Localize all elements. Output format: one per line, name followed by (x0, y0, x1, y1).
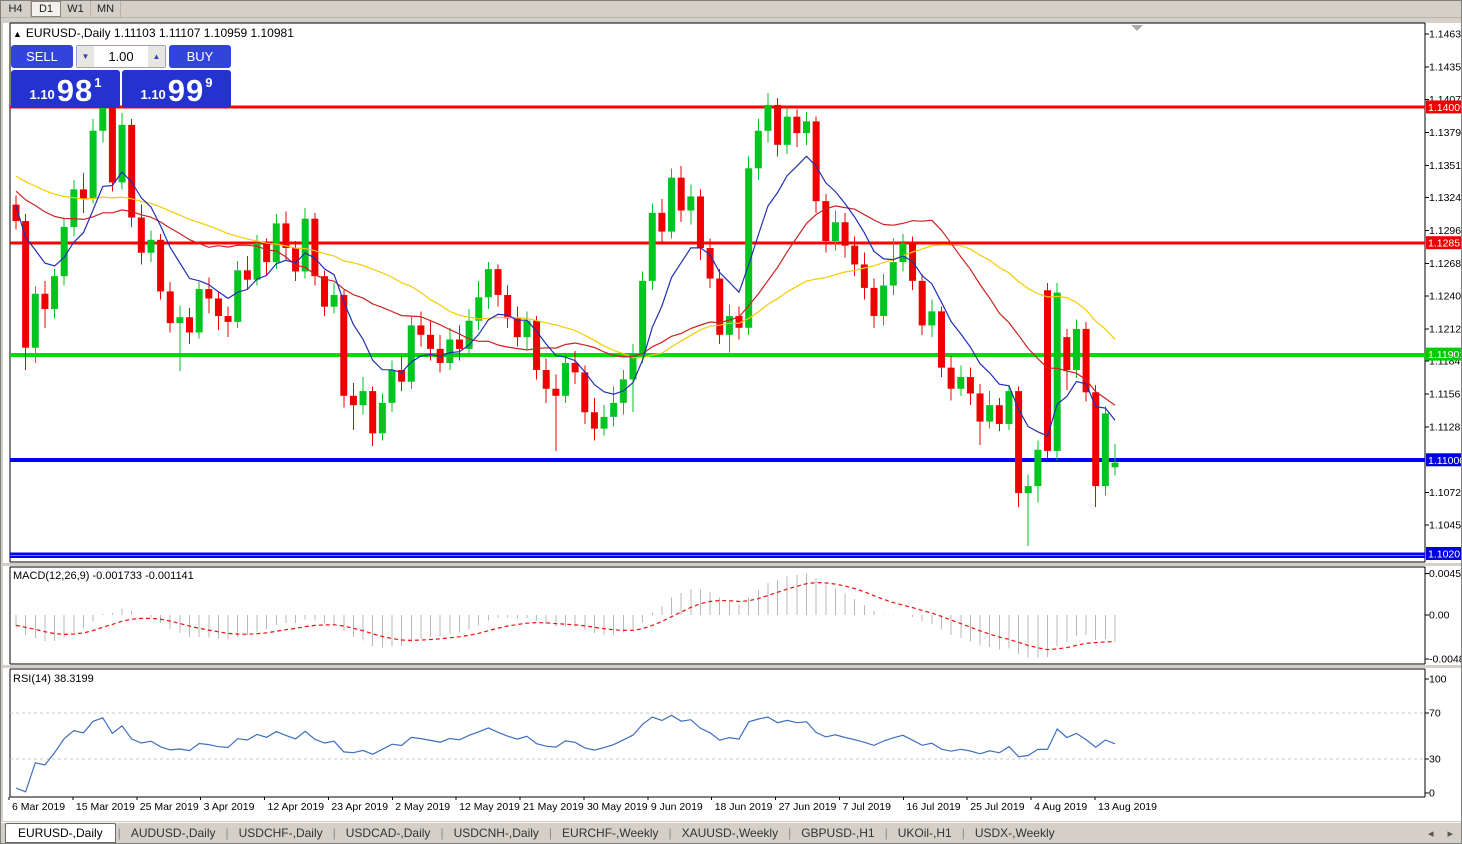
chart-tab-usdcad[interactable]: USDCAD-,Daily (336, 825, 441, 841)
symbol-header: ▲ EURUSD-,Daily 1.11103 1.11107 1.10959 1… (13, 26, 294, 40)
buy-price-big: 99 (167, 73, 205, 108)
price-chart[interactable]: 1.146351.143551.140751.137951.135151.132… (3, 19, 1462, 821)
svg-text:6 Mar 2019: 6 Mar 2019 (12, 801, 65, 813)
chart-tab-gbpusd[interactable]: GBPUSD-,H1 (791, 825, 884, 841)
buy-price-prefix: 1.10 (140, 87, 166, 102)
svg-text:0.004517: 0.004517 (1429, 568, 1462, 580)
svg-text:1.14355: 1.14355 (1429, 61, 1462, 73)
svg-text:1.10725: 1.10725 (1429, 487, 1462, 499)
svg-text:18 Jun 2019: 18 Jun 2019 (715, 801, 773, 813)
svg-text:25 Jul 2019: 25 Jul 2019 (970, 801, 1024, 813)
tabs-scroll-left-icon[interactable]: ◂ (1428, 827, 1434, 840)
svg-text:7 Jul 2019: 7 Jul 2019 (842, 801, 891, 813)
rsi-indicator-label: RSI(14) 38.3199 (13, 673, 94, 685)
volume-decrease-icon[interactable]: ▼ (77, 46, 94, 67)
svg-text:15 Mar 2019: 15 Mar 2019 (76, 801, 135, 813)
svg-text:1.14635: 1.14635 (1429, 29, 1462, 41)
sell-price-pip: 1 (94, 75, 102, 90)
svg-text:16 Jul 2019: 16 Jul 2019 (906, 801, 960, 813)
timeframe-button-mn[interactable]: MN (91, 1, 122, 17)
svg-text:1.13240: 1.13240 (1429, 192, 1462, 204)
timeframe-button-d1[interactable]: D1 (31, 1, 61, 17)
chart-tab-ukoil[interactable]: UKOil-,H1 (888, 825, 962, 841)
svg-text:27 Jun 2019: 27 Jun 2019 (779, 801, 837, 813)
chart-tab-xauusd[interactable]: XAUUSD-,Weekly (672, 825, 788, 841)
svg-text:4 Aug 2019: 4 Aug 2019 (1034, 801, 1087, 813)
svg-text:1.12680: 1.12680 (1429, 258, 1462, 270)
svg-text:0: 0 (1429, 788, 1435, 800)
sell-button[interactable]: SELL (11, 45, 73, 68)
svg-text:1.11000: 1.11000 (1428, 455, 1462, 467)
chart-tab-eurusd[interactable]: EURUSD-,Daily (5, 823, 116, 843)
chart-window: 1.146351.143551.140751.137951.135151.132… (3, 19, 1461, 821)
sell-price-prefix: 1.10 (29, 87, 55, 102)
svg-text:1.12400: 1.12400 (1429, 291, 1462, 303)
svg-text:2 May 2019: 2 May 2019 (395, 801, 450, 813)
tabs-scroll-right-icon[interactable]: ▸ (1447, 827, 1453, 840)
svg-text:30 May 2019: 30 May 2019 (587, 801, 648, 813)
collapse-arrow-icon[interactable]: ▲ (13, 29, 22, 39)
svg-text:1.10450: 1.10450 (1429, 519, 1462, 531)
svg-text:3 Apr 2019: 3 Apr 2019 (204, 801, 255, 813)
svg-text:1.11565: 1.11565 (1429, 389, 1462, 401)
timeframe-button-w1[interactable]: W1 (61, 1, 91, 17)
svg-text:100: 100 (1429, 674, 1447, 686)
symbol-ohlc-text: EURUSD-,Daily 1.11103 1.11107 1.10959 1.… (25, 26, 294, 40)
volume-increase-icon[interactable]: ▲ (148, 46, 165, 67)
timeframe-button-h4[interactable]: H4 (1, 1, 31, 17)
svg-text:9 Jun 2019: 9 Jun 2019 (651, 801, 703, 813)
svg-text:12 Apr 2019: 12 Apr 2019 (268, 801, 325, 813)
svg-text:-0.004806: -0.004806 (1429, 654, 1462, 666)
svg-text:1.10201: 1.10201 (1428, 548, 1462, 560)
chart-tab-eurchf[interactable]: EURCHF-,Weekly (552, 825, 668, 841)
svg-text:70: 70 (1429, 708, 1441, 720)
svg-text:21 May 2019: 21 May 2019 (523, 801, 584, 813)
sell-price-box[interactable]: 1.10 98 1 (11, 70, 120, 108)
trading-terminal-window: H4D1W1MN 1.146351.143551.140751.137951.1… (0, 0, 1462, 844)
svg-text:12 May 2019: 12 May 2019 (459, 801, 520, 813)
chart-tab-usdchf[interactable]: USDCHF-,Daily (229, 825, 333, 841)
chart-tab-usdcnh[interactable]: USDCNH-,Daily (444, 825, 549, 841)
buy-price-pip: 9 (205, 75, 213, 90)
svg-text:30: 30 (1429, 753, 1441, 765)
chart-tab-usdx[interactable]: USDX-,Weekly (965, 825, 1065, 841)
svg-text:0.00: 0.00 (1429, 610, 1450, 622)
svg-text:1.12120: 1.12120 (1429, 323, 1462, 335)
sell-price-big: 98 (56, 73, 94, 108)
svg-text:1.12851: 1.12851 (1428, 238, 1462, 250)
macd-indicator-label: MACD(12,26,9) -0.001733 -0.001141 (13, 570, 194, 582)
buy-button[interactable]: BUY (169, 45, 231, 68)
svg-text:25 Mar 2019: 25 Mar 2019 (140, 801, 199, 813)
svg-text:1.11285: 1.11285 (1429, 421, 1462, 433)
one-click-trading-panel: SELL ▼ 1.00 ▲ BUY 1.10 98 1 1.10 99 9 (11, 45, 231, 108)
svg-text:1.14009: 1.14009 (1428, 102, 1462, 114)
svg-text:13 Aug 2019: 13 Aug 2019 (1098, 801, 1157, 813)
volume-stepper: ▼ 1.00 ▲ (76, 45, 166, 68)
svg-text:23 Apr 2019: 23 Apr 2019 (331, 801, 388, 813)
svg-text:1.11901: 1.11901 (1428, 349, 1462, 361)
chart-tab-audusd[interactable]: AUDUSD-,Daily (121, 825, 226, 841)
svg-text:1.13515: 1.13515 (1429, 160, 1462, 172)
timeframe-toolbar: H4 D1 W1 MN (1, 1, 1461, 18)
volume-input[interactable]: 1.00 (94, 46, 148, 67)
svg-text:1.13795: 1.13795 (1429, 127, 1462, 139)
chart-tabs-bar: EURUSD-,Daily | AUDUSD-,Daily | USDCHF-,Dail… (1, 822, 1461, 843)
svg-text:1.12960: 1.12960 (1429, 225, 1462, 237)
buy-price-box[interactable]: 1.10 99 9 (122, 70, 231, 108)
